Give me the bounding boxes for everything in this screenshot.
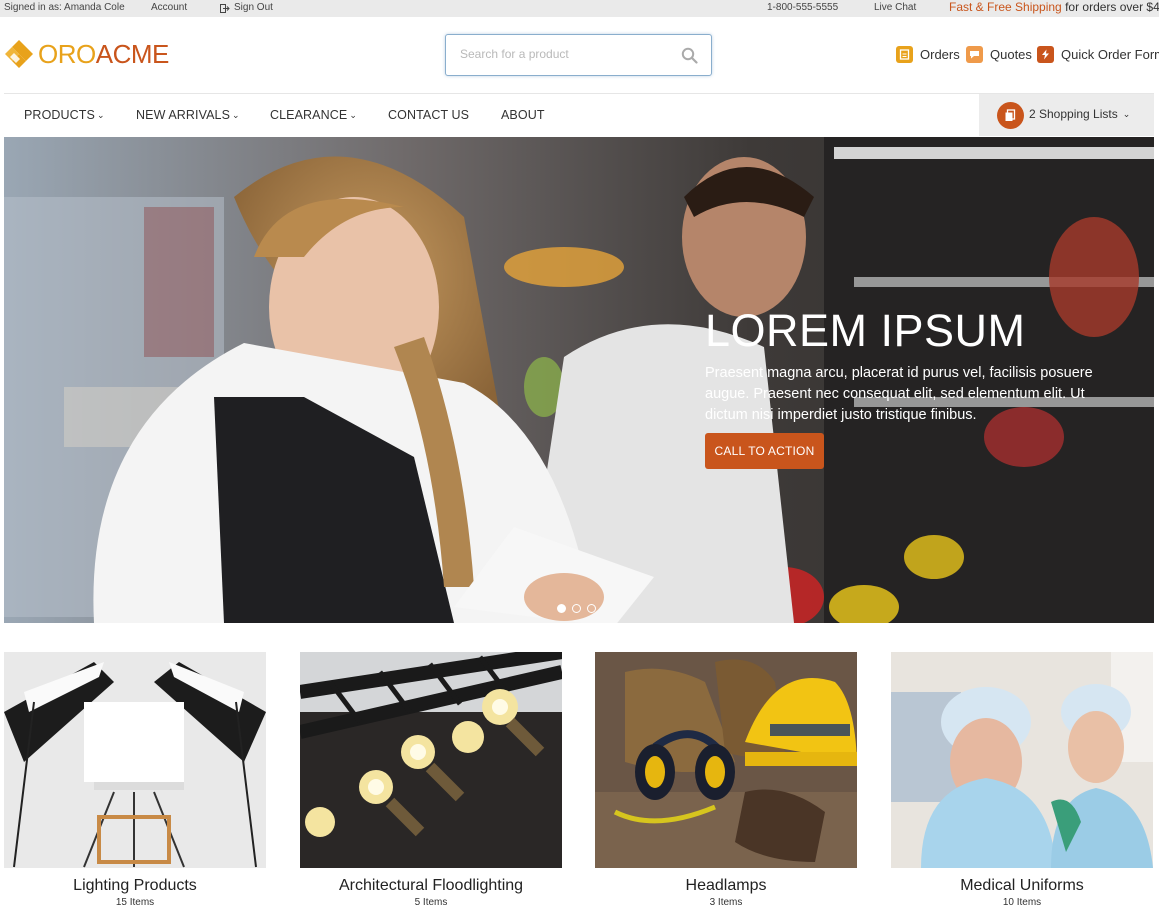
orders-icon: [896, 46, 913, 63]
orders-label: Orders: [920, 47, 960, 62]
signed-in-text: Signed in as: Amanda Cole: [4, 2, 125, 13]
logo-acme: ACME: [95, 39, 170, 69]
lightning-icon: [1037, 46, 1054, 63]
nav-item-clearance[interactable]: CLEARANCE ⌄: [270, 108, 357, 122]
quotes-link[interactable]: Quotes: [966, 46, 1032, 63]
shipping-promo-accent[interactable]: Fast & Free Shipping: [949, 0, 1062, 14]
hero-banner: LOREM IPSUM Praesent magna arcu, placera…: [4, 137, 1154, 623]
quick-order-form-link[interactable]: Quick Order Form: [1037, 46, 1159, 63]
carousel-dot[interactable]: [557, 604, 566, 613]
chevron-down-icon: ⌄: [349, 110, 357, 120]
category-count: 10 Items: [1002, 897, 1042, 908]
category-card[interactable]: Architectural Floodlighting 5 Items: [300, 652, 562, 908]
category-card[interactable]: Lighting Products 15 Items: [4, 652, 266, 908]
shipping-promo-rest: for orders over $45: [1061, 0, 1159, 14]
category-name[interactable]: Lighting Products: [4, 877, 266, 895]
category-card[interactable]: Headlamps 3 Items: [595, 652, 857, 908]
chevron-down-icon: ⌄: [1122, 109, 1131, 119]
quotes-icon: [966, 46, 983, 63]
sign-out-icon: [220, 3, 230, 13]
nav-clearance-label: CLEARANCE: [270, 108, 348, 122]
chevron-down-icon: ⌄: [232, 110, 240, 120]
search-input[interactable]: [460, 47, 670, 61]
nav-contact-label: CONTACT US: [388, 108, 470, 122]
quick-order-form-label: Quick Order Form: [1061, 47, 1159, 62]
hero-description: Praesent magna arcu, placerat id purus v…: [705, 365, 1093, 423]
shopping-lists-dropdown[interactable]: 2 Shopping Lists ⌄: [979, 94, 1154, 136]
hero-title: LOREM IPSUM: [705, 305, 1026, 356]
nav-item-products[interactable]: PRODUCTS ⌄: [24, 108, 105, 122]
search-box: [445, 34, 712, 76]
sign-out-link[interactable]: Sign Out: [220, 2, 273, 14]
account-link[interactable]: Account: [151, 2, 187, 14]
site-logo[interactable]: OROACME: [4, 39, 169, 69]
category-card[interactable]: Medical Uniforms 10 Items: [891, 652, 1153, 908]
category-count: 5 Items: [414, 897, 448, 908]
category-count: 15 Items: [115, 897, 155, 908]
search-icon[interactable]: [681, 47, 698, 64]
nav-item-about[interactable]: ABOUT: [501, 108, 545, 122]
phone-number: 1-800-555-5555: [767, 2, 839, 13]
shopping-list-icon: [997, 102, 1024, 129]
carousel-dot[interactable]: [587, 604, 596, 613]
orders-link[interactable]: Orders: [896, 46, 960, 63]
category-image-headlamps[interactable]: [595, 652, 857, 868]
nav-products-label: PRODUCTS: [24, 108, 95, 122]
live-chat-link[interactable]: Live Chat: [874, 2, 916, 14]
nav-new-arrivals-label: NEW ARRIVALS: [136, 108, 231, 122]
category-name[interactable]: Architectural Floodlighting: [300, 877, 562, 895]
call-to-action-button[interactable]: CALL TO ACTION: [705, 433, 824, 469]
top-bar: Signed in as: Amanda Cole Account Sign O…: [0, 0, 1159, 17]
shopping-lists-label: 2 Shopping Lists: [1029, 107, 1118, 121]
nav-item-new-arrivals[interactable]: NEW ARRIVALS ⌄: [136, 108, 240, 122]
quotes-label: Quotes: [990, 47, 1032, 62]
category-count: 3 Items: [709, 897, 743, 908]
nav-about-label: ABOUT: [501, 108, 545, 122]
logo-oro: ORO: [38, 39, 96, 69]
carousel-dot[interactable]: [572, 604, 581, 613]
category-name[interactable]: Medical Uniforms: [891, 877, 1153, 895]
sign-out-label: Sign Out: [234, 2, 273, 13]
shipping-promo: Fast & Free Shipping for orders over $45: [949, 0, 1159, 15]
chevron-down-icon: ⌄: [96, 110, 105, 120]
category-name[interactable]: Headlamps: [595, 877, 857, 895]
nav-item-contact-us[interactable]: CONTACT US: [388, 108, 469, 122]
category-image-medical-uniforms[interactable]: [891, 652, 1153, 868]
category-image-lighting-products[interactable]: [4, 652, 266, 868]
category-image-architectural-floodlighting[interactable]: [300, 652, 562, 868]
carousel-dots: [557, 604, 596, 613]
logo-mark-icon: [5, 40, 33, 68]
